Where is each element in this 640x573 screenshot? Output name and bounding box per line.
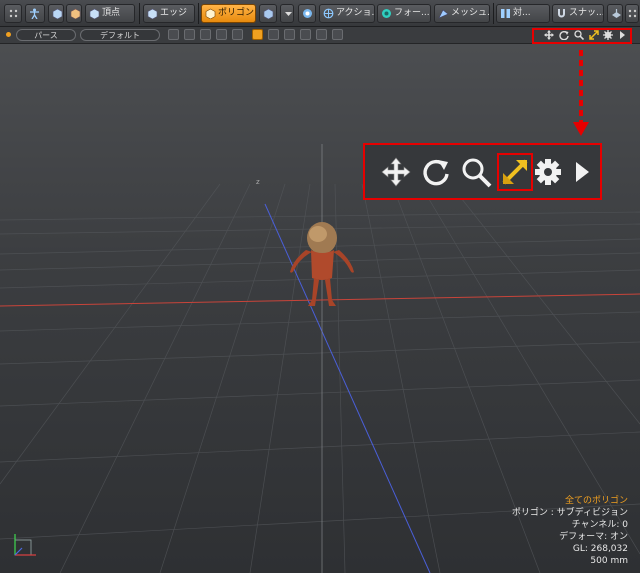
action-center-label: アクショ...: [336, 8, 375, 18]
material-cube-icon: [263, 8, 274, 19]
snapping-button[interactable]: スナッ...: [552, 4, 604, 23]
dropdown-arrow-icon: [285, 12, 292, 16]
edge-mode-button[interactable]: エッジ: [143, 4, 195, 23]
stat-selection-mode: 全てのポリゴン: [564, 496, 628, 506]
stat-deformers: デフォーマ: オン: [559, 532, 628, 542]
vertex-cube-icon: [89, 8, 100, 19]
grip-icon: [628, 9, 637, 18]
cube-icon: [52, 8, 63, 19]
mesh-constraint-icon: [438, 9, 449, 19]
callout-arrow-head: [573, 122, 589, 136]
shaded-toggle[interactable]: [184, 29, 195, 40]
zoom-icon[interactable]: [459, 155, 493, 189]
vertex-mode-button[interactable]: 頂点: [85, 4, 135, 23]
scene-statistics: 全てのポリゴン ポリゴン : サブディビジョン チャンネル: 0 デフォーマ: …: [512, 495, 628, 567]
vertex-mode-label: 頂点: [102, 8, 121, 18]
falloff-label: フォー...: [394, 8, 430, 18]
pan-icon[interactable]: [379, 155, 413, 189]
falloff-button[interactable]: フォー...: [377, 4, 431, 23]
toolbar-grip-button[interactable]: [625, 4, 639, 23]
figure-icon: [30, 8, 39, 19]
polygon-mode-label: ポリゴン: [218, 8, 255, 18]
character-toggle[interactable]: [252, 29, 263, 40]
item-cube-icon: [70, 8, 81, 19]
style-dropdown[interactable]: デフォルト: [80, 29, 160, 41]
expand-arrow-icon[interactable]: [565, 155, 599, 189]
polygon-mode-button[interactable]: ポリゴン: [201, 4, 256, 23]
symmetry-label: 対...: [513, 8, 531, 18]
auto-select-icon: [303, 9, 312, 18]
action-center-button[interactable]: アクショ...: [319, 4, 375, 23]
item-toggle[interactable]: [232, 29, 243, 40]
mesh-constraint-label: メッシュ...: [451, 8, 490, 18]
svg-text:z: z: [256, 178, 260, 186]
axis-gizmo-icon: [14, 534, 36, 556]
polygon-cube-icon: [205, 8, 216, 19]
workplane-button[interactable]: [607, 4, 623, 23]
snap-magnet-icon: [558, 9, 565, 18]
texture-toggle[interactable]: [200, 29, 211, 40]
callout-arrow-line: [579, 50, 583, 122]
bone-toggle[interactable]: [268, 29, 279, 40]
lock-toggle[interactable]: [300, 29, 311, 40]
cube-mode-button[interactable]: [48, 4, 64, 23]
copy-toggle[interactable]: [316, 29, 327, 40]
edge-cube-icon: [147, 8, 158, 19]
highlight-frame-zoom-extent: [497, 153, 533, 191]
stat-gl-polycount: GL: 268,032: [572, 544, 628, 554]
character-model[interactable]: [284, 220, 360, 310]
snapping-label: スナッ...: [569, 8, 604, 18]
wireframe-toggle[interactable]: [168, 29, 179, 40]
auto-select-button[interactable]: [298, 4, 316, 23]
highlight-frame-navigation-tools: [532, 28, 632, 44]
edge-mode-label: エッジ: [160, 8, 188, 18]
projection-dropdown[interactable]: パース: [16, 29, 76, 41]
character-select-button[interactable]: [25, 4, 45, 23]
symmetry-button[interactable]: 対...: [496, 4, 550, 23]
falloff-icon: [382, 9, 391, 18]
navigation-tools-callout: [363, 143, 602, 200]
material-mode-button[interactable]: [259, 4, 277, 23]
stat-polygon-type: ポリゴン : サブディビジョン: [511, 508, 628, 518]
mesh-constraint-button[interactable]: メッシュ...: [434, 4, 490, 23]
action-center-icon: [323, 8, 334, 19]
grip-icon: [9, 9, 18, 18]
gear-icon[interactable]: [531, 155, 565, 189]
fill-toggle[interactable]: [332, 29, 343, 40]
display-toggle[interactable]: [216, 29, 227, 40]
mode-dropdown-button[interactable]: [280, 4, 294, 23]
layout-grip-button[interactable]: [4, 4, 22, 23]
workplane-icon: [612, 9, 621, 18]
stat-channels: チャンネル: 0: [571, 520, 628, 530]
main-toolbar: 頂点 エッジ ポリゴン アクショ... フォー... メッシュ... 対... …: [0, 0, 640, 27]
deformer-toggle[interactable]: [284, 29, 295, 40]
viewport-menu-dot[interactable]: [6, 32, 11, 37]
symmetry-icon: [501, 9, 510, 18]
stat-grid-size: 500 mm: [590, 556, 628, 566]
3d-viewport[interactable]: z 全てのポリゴン ポリゴン : サブディビジョン チャンネル: 0 デフォーマ…: [0, 44, 640, 573]
toolbar-divider: [139, 3, 140, 24]
rotate-icon[interactable]: [419, 155, 453, 189]
toolbar-divider: [198, 3, 199, 24]
toolbar-divider: [493, 3, 494, 24]
item-mode-button[interactable]: [66, 4, 82, 23]
